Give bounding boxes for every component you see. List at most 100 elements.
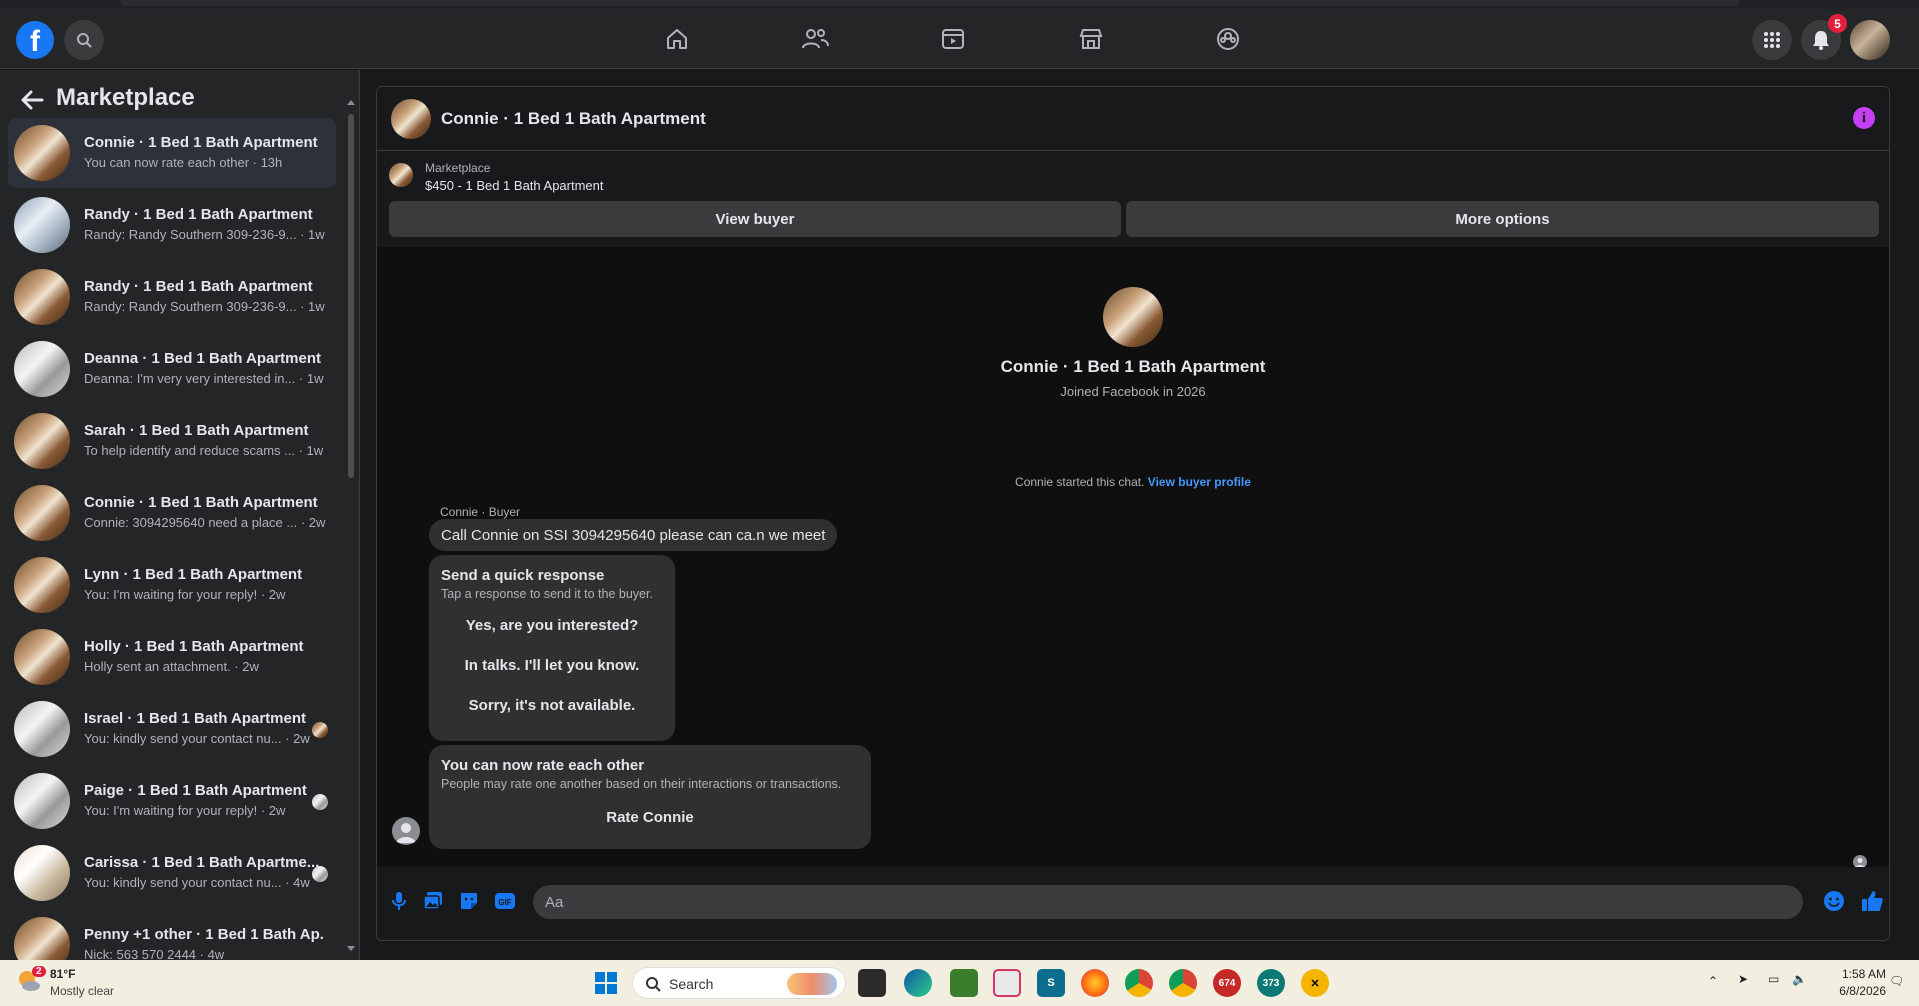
conversation-item[interactable]: Deanna · 1 Bed 1 Bath Apartment Deanna: …: [8, 334, 336, 404]
clock-time[interactable]: 1:58 AM: [1836, 967, 1886, 981]
conversation-item[interactable]: Paige · 1 Bed 1 Bath Apartment You: I'm …: [8, 766, 336, 836]
app-badge-674[interactable]: 674: [1213, 969, 1241, 997]
conversation-name: Penny +1 other · 1 Bed 1 Bath Ap...: [84, 926, 324, 943]
conversation-avatar: [14, 413, 70, 469]
sidebar-scroll-thumb[interactable]: [348, 114, 354, 478]
listing-thumbnail[interactable]: [389, 163, 413, 187]
start-button[interactable]: [592, 969, 620, 997]
firefox-icon[interactable]: [1081, 969, 1109, 997]
gif-icon: GIF: [495, 893, 515, 909]
message-bubble[interactable]: Call Connie on SSI 3094295640 please can…: [429, 519, 838, 551]
info-icon[interactable]: i: [1853, 107, 1875, 129]
menu-button[interactable]: [1752, 20, 1792, 60]
emoji-button[interactable]: [1822, 889, 1846, 913]
task-view-icon[interactable]: [858, 969, 886, 997]
conversation-snippet: Randy: Randy Southern 309-236-9... · 1w: [84, 227, 325, 242]
conversation-name: Israel · 1 Bed 1 Bath Apartment: [84, 710, 307, 727]
voice-clip-button[interactable]: [387, 889, 411, 913]
notifications-button[interactable]: 5: [1801, 14, 1847, 60]
quick-response-option[interactable]: In talks. I'll let you know.: [429, 657, 675, 674]
chrome-icon[interactable]: [1125, 969, 1153, 997]
weather-badge: 2: [32, 966, 46, 977]
weather-widget[interactable]: 2: [16, 966, 46, 994]
conversation-item[interactable]: Carissa · 1 Bed 1 Bath Apartme... You: k…: [8, 838, 336, 908]
page-scrollbar[interactable]: [1903, 70, 1919, 960]
notification-center-icon[interactable]: 🗨: [1889, 974, 1904, 988]
more-options-button[interactable]: More options: [1126, 201, 1879, 237]
quick-response-option[interactable]: Sorry, it's not available.: [429, 697, 675, 714]
sender-label: Connie · Buyer: [440, 505, 521, 519]
xbox-icon[interactable]: ✕: [1301, 969, 1329, 997]
listing-title[interactable]: $450 - 1 Bed 1 Bath Apartment: [425, 178, 604, 193]
back-arrow-icon[interactable]: [18, 86, 46, 114]
edge-icon[interactable]: [904, 969, 932, 997]
app-s-icon[interactable]: S: [1037, 969, 1065, 997]
charts-app-icon[interactable]: [950, 969, 978, 997]
emoji-icon: [1824, 891, 1844, 911]
conversation-item[interactable]: Israel · 1 Bed 1 Bath Apartment You: kin…: [8, 694, 336, 764]
quick-response-option[interactable]: Yes, are you interested?: [429, 617, 675, 634]
quick-response-card: Send a quick response Tap a response to …: [429, 555, 675, 741]
location-icon[interactable]: ➤: [1738, 972, 1748, 986]
chat-started-notice: Connie started this chat. View buyer pro…: [377, 475, 1889, 489]
conversation-snippet: You: kindly send your contact nu... · 4w: [84, 875, 310, 890]
video-tab[interactable]: [933, 21, 973, 57]
photo-icon: [423, 892, 442, 910]
home-icon: [667, 29, 687, 49]
conversation-snippet: Connie: 3094295640 need a place ... · 2w: [84, 515, 326, 530]
groups-icon: [1217, 28, 1239, 50]
app-badge-373[interactable]: 373: [1257, 969, 1285, 997]
conversation-avatar: [14, 845, 70, 901]
facebook-logo-icon[interactable]: f: [16, 21, 54, 59]
conversation-item[interactable]: Randy · 1 Bed 1 Bath Apartment Randy: Ra…: [8, 262, 336, 332]
chat-title[interactable]: Connie · 1 Bed 1 Bath Apartment: [441, 109, 706, 129]
rate-heading: You can now rate each other: [441, 757, 645, 774]
search-button[interactable]: [64, 20, 104, 60]
conversation-item[interactable]: Randy · 1 Bed 1 Bath Apartment Randy: Ra…: [8, 190, 336, 260]
scroll-down-icon[interactable]: [346, 945, 356, 953]
gaming-tab[interactable]: [1208, 21, 1248, 57]
conversation-item[interactable]: Holly · 1 Bed 1 Bath Apartment Holly sen…: [8, 622, 336, 692]
conversation-item[interactable]: Penny +1 other · 1 Bed 1 Bath Ap... Nick…: [8, 910, 336, 960]
clock-date[interactable]: 6/8/2026: [1828, 984, 1886, 998]
gif-button[interactable]: GIF: [493, 889, 517, 913]
marketplace-icon: [1079, 29, 1103, 49]
sticker-icon: [461, 893, 477, 909]
top-navigation: f 5: [0, 9, 1919, 69]
view-buyer-button[interactable]: View buyer: [389, 201, 1121, 237]
attach-photo-button[interactable]: [421, 889, 445, 913]
snipping-tool-icon[interactable]: [993, 969, 1021, 997]
conversation-name: Deanna · 1 Bed 1 Bath Apartment: [84, 350, 321, 367]
conversation-snippet: Deanna: I'm very very interested in... ·…: [84, 371, 324, 386]
profile-avatar-large[interactable]: [1103, 287, 1163, 347]
home-tab[interactable]: [657, 21, 697, 57]
view-buyer-profile-link[interactable]: View buyer profile: [1148, 475, 1251, 489]
sidebar-scrollbar[interactable]: [346, 98, 356, 953]
profile-avatar[interactable]: [1850, 20, 1890, 60]
conversation-item[interactable]: Connie · 1 Bed 1 Bath Apartment You can …: [8, 118, 336, 188]
bell-icon: [1813, 31, 1829, 50]
friends-tab[interactable]: [795, 21, 835, 57]
search-icon: [646, 977, 661, 992]
conversation-name: Lynn · 1 Bed 1 Bath Apartment: [84, 566, 303, 583]
conversation-item[interactable]: Connie · 1 Bed 1 Bath Apartment Connie: …: [8, 478, 336, 548]
taskbar-search[interactable]: Search: [632, 967, 846, 999]
svg-text:GIF: GIF: [498, 898, 511, 907]
chrome-profile-icon[interactable]: [1169, 969, 1197, 997]
friends-icon: [802, 29, 829, 49]
tray-chevron-icon[interactable]: ⌃: [1708, 974, 1718, 988]
conversation-item[interactable]: Sarah · 1 Bed 1 Bath Apartment To help i…: [8, 406, 336, 476]
conversation-snippet: You: I'm waiting for your reply! · 2w: [84, 587, 286, 602]
conversation-item[interactable]: Lynn · 1 Bed 1 Bath Apartment You: I'm w…: [8, 550, 336, 620]
quick-response-sub: Tap a response to send it to the buyer.: [441, 587, 653, 601]
marketplace-tab[interactable]: [1071, 21, 1111, 57]
scroll-up-icon[interactable]: [346, 98, 356, 106]
like-button[interactable]: [1860, 889, 1884, 913]
message-input[interactable]: [533, 885, 1803, 919]
network-icon[interactable]: ▭: [1768, 972, 1779, 986]
volume-icon[interactable]: 🔈: [1792, 972, 1807, 986]
sticker-button[interactable]: [457, 889, 481, 913]
buyer-avatar-icon[interactable]: [392, 817, 420, 845]
chat-avatar[interactable]: [391, 99, 431, 139]
rate-connie-button[interactable]: Rate Connie: [429, 809, 871, 826]
